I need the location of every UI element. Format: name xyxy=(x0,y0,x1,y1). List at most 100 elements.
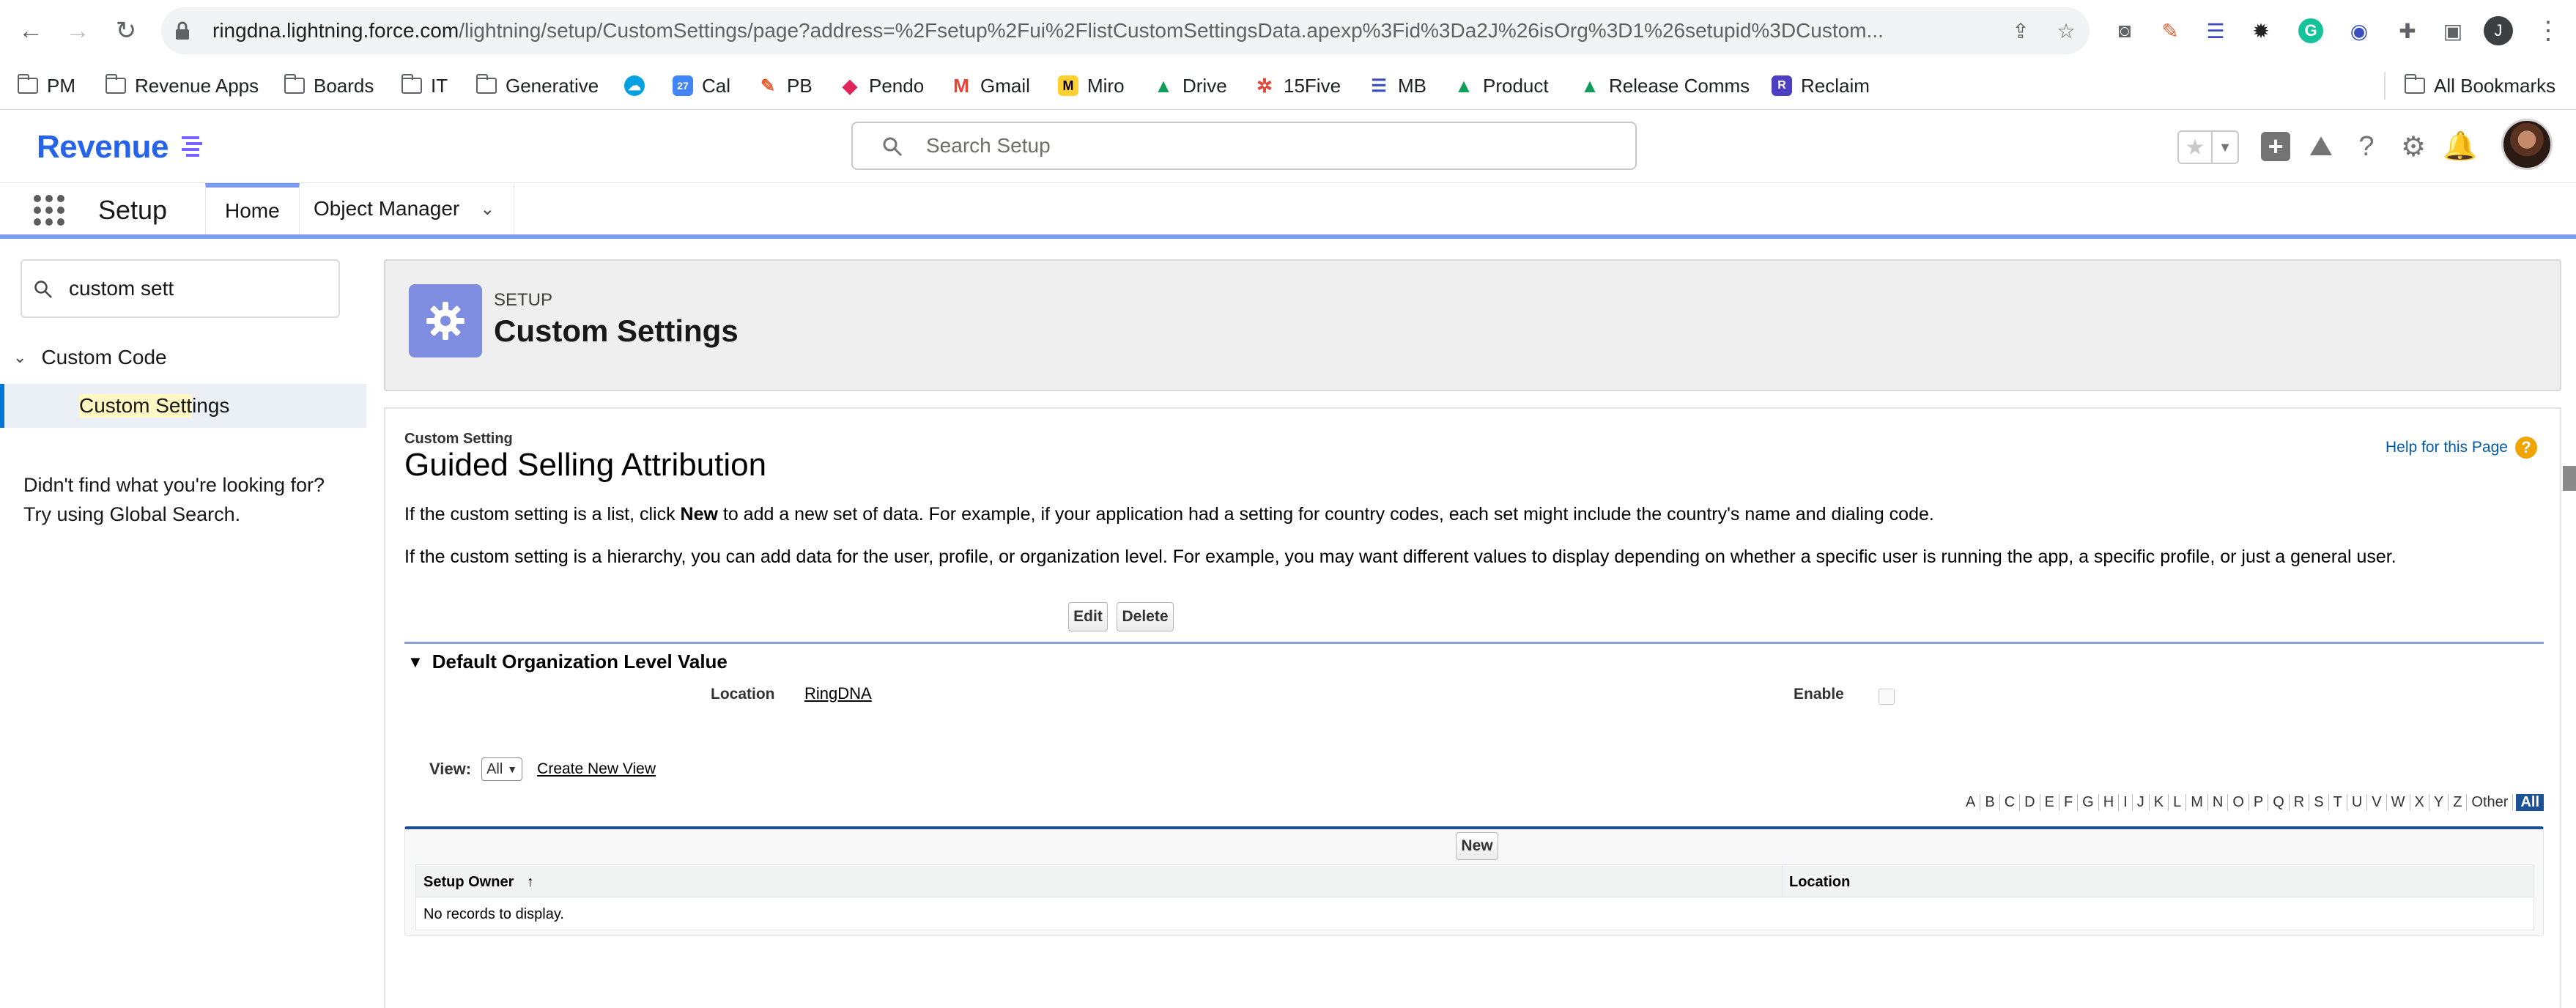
alpha-filter-t[interactable]: T xyxy=(2329,794,2347,811)
column-label: Location xyxy=(1789,874,1851,890)
extension-shield-icon[interactable]: ◉ xyxy=(2344,16,2374,45)
tab-home[interactable]: Home xyxy=(205,183,300,234)
folder-icon xyxy=(2404,74,2425,94)
bookmark-reclaim[interactable]: R Reclaim xyxy=(1772,62,1870,110)
browser-menu-icon[interactable]: ⋮ xyxy=(2534,16,2563,45)
forward-arrow-icon[interactable]: → xyxy=(60,13,95,48)
extension-sun-icon[interactable]: ✹ xyxy=(2246,16,2276,45)
alpha-filter-j[interactable]: J xyxy=(2133,794,2150,811)
alpha-filter-x[interactable]: X xyxy=(2410,794,2429,811)
bookmark-pm[interactable]: PM xyxy=(17,62,75,110)
new-button[interactable]: New xyxy=(1456,832,1498,860)
reload-icon[interactable]: ↻ xyxy=(108,13,144,48)
bookmark-release-comms[interactable]: ▲ Release Comms xyxy=(1580,62,1750,110)
address-bar[interactable]: ringdna.lightning.force.com/lightning/se… xyxy=(161,7,2090,54)
alpha-filter-h[interactable]: H xyxy=(2099,794,2120,811)
alphabet-filter: A B C D E F G H I J K L M N O P Q R S T U V W X Y Z Other All xyxy=(1774,794,2544,811)
tab-object-manager[interactable]: Object Manager ⌄ xyxy=(295,183,515,234)
alpha-filter-u[interactable]: U xyxy=(2347,794,2368,811)
chevron-down-icon[interactable]: ⌄ xyxy=(480,199,495,220)
logo-mark-icon xyxy=(182,136,202,157)
hierarchy-description: If the custom setting is a hierarchy, yo… xyxy=(404,546,2397,567)
bookmark-pb[interactable]: ✎ PB xyxy=(758,62,813,110)
help-for-page-link[interactable]: Help for this Page? xyxy=(2386,437,2537,459)
favorites-button[interactable]: ★ ▼ xyxy=(2177,130,2239,164)
extension-list-icon[interactable]: ☰ xyxy=(2201,16,2230,45)
trailhead-icon[interactable]: ⛰ xyxy=(2303,129,2339,164)
alpha-filter-g[interactable]: G xyxy=(2078,794,2099,811)
alpha-filter-v[interactable]: V xyxy=(2367,794,2387,811)
alpha-filter-r[interactable]: R xyxy=(2290,794,2310,811)
delete-button[interactable]: Delete xyxy=(1117,602,1174,631)
view-select[interactable]: All ▼ xyxy=(481,757,523,781)
alpha-filter-y[interactable]: Y xyxy=(2429,794,2449,811)
tree-node-custom-code[interactable]: ⌄ Custom Code xyxy=(13,346,167,369)
all-bookmarks[interactable]: All Bookmarks xyxy=(2404,62,2555,110)
column-header-location[interactable]: Location xyxy=(1789,874,1850,891)
alpha-filter-c[interactable]: C xyxy=(2000,794,2021,811)
alpha-filter-d[interactable]: D xyxy=(2020,794,2040,811)
bookmark-revenue-apps[interactable]: Revenue Apps xyxy=(105,62,259,110)
page-title: Custom Settings xyxy=(494,314,739,348)
location-value-link[interactable]: RingDNA xyxy=(804,684,872,703)
lock-icon[interactable] xyxy=(174,21,190,41)
bookmark-salesforce[interactable]: ☁ xyxy=(624,62,645,110)
edit-button[interactable]: Edit xyxy=(1068,602,1108,631)
column-header-setup-owner[interactable]: Setup Owner ↑ xyxy=(423,874,534,891)
bookmark-product[interactable]: ▲ Product xyxy=(1454,62,1549,110)
search-setup-input[interactable]: Search Setup xyxy=(851,122,1637,170)
alpha-filter-i[interactable]: I xyxy=(2119,794,2133,811)
bookmark-boards[interactable]: Boards xyxy=(284,62,374,110)
setup-gear-icon[interactable]: ⚙ xyxy=(2396,129,2431,164)
alpha-filter-s[interactable]: S xyxy=(2309,794,2329,811)
extension-pb-icon[interactable]: ✎ xyxy=(2155,16,2185,45)
global-actions-icon[interactable]: + xyxy=(2258,129,2293,164)
side-panel-icon[interactable]: ▣ xyxy=(2438,16,2468,45)
quick-find-input[interactable]: custom sett xyxy=(21,259,340,318)
empty-table-message: No records to display. xyxy=(423,906,564,922)
notifications-bell-icon[interactable]: 🔔 xyxy=(2443,129,2478,164)
alpha-filter-k[interactable]: K xyxy=(2150,794,2169,811)
alpha-filter-all[interactable]: All xyxy=(2516,794,2544,811)
grammarly-icon[interactable]: G xyxy=(2296,16,2325,45)
alpha-filter-f[interactable]: F xyxy=(2059,794,2079,811)
star-bookmark-icon[interactable]: ☆ xyxy=(2051,16,2081,45)
triangle-down-icon[interactable]: ▼ xyxy=(407,653,423,672)
bookmark-it[interactable]: IT xyxy=(401,62,448,110)
scrollbar-thumb[interactable] xyxy=(2563,466,2576,491)
bookmark-pendo[interactable]: ◆ Pendo xyxy=(840,62,924,110)
help-icon[interactable]: ? xyxy=(2349,129,2384,164)
bookmark-cal[interactable]: 27 Cal xyxy=(673,62,730,110)
alpha-filter-b[interactable]: B xyxy=(1980,794,2000,811)
create-new-view-link[interactable]: Create New View xyxy=(537,760,656,778)
alpha-filter-w[interactable]: W xyxy=(2387,794,2410,811)
alpha-filter-other[interactable]: Other xyxy=(2467,794,2514,811)
bookmark-15five[interactable]: ✲ 15Five xyxy=(1254,62,1341,110)
bookmark-generative[interactable]: Generative xyxy=(475,62,599,110)
app-launcher-icon[interactable] xyxy=(34,195,64,226)
bookmark-mb[interactable]: ☰ MB xyxy=(1369,62,1426,110)
alpha-filter-z[interactable]: Z xyxy=(2449,794,2468,811)
alpha-filter-e[interactable]: E xyxy=(2040,794,2059,811)
alpha-filter-n[interactable]: N xyxy=(2208,794,2229,811)
tree-item-custom-settings[interactable]: Custom Sett ings xyxy=(0,384,366,428)
profile-avatar-icon[interactable]: J xyxy=(2484,16,2513,45)
bookmark-drive[interactable]: ▲ Drive xyxy=(1153,62,1227,110)
revenue-logo[interactable]: Revenue xyxy=(37,129,169,166)
camera-icon[interactable]: ◙ xyxy=(2110,16,2139,45)
alpha-filter-o[interactable]: O xyxy=(2228,794,2249,811)
chevron-down-icon[interactable]: ⌄ xyxy=(13,348,26,367)
alpha-filter-q[interactable]: Q xyxy=(2268,794,2290,811)
bookmark-miro[interactable]: M Miro xyxy=(1058,62,1125,110)
caret-down-icon[interactable]: ▼ xyxy=(2213,132,2238,163)
alpha-filter-m[interactable]: M xyxy=(2186,794,2208,811)
puzzle-extensions-icon[interactable]: ✚ xyxy=(2393,16,2422,45)
alpha-filter-a[interactable]: A xyxy=(1961,794,1981,811)
user-avatar[interactable] xyxy=(2501,119,2553,170)
alpha-filter-p[interactable]: P xyxy=(2249,794,2269,811)
back-arrow-icon[interactable]: ← xyxy=(13,13,48,48)
share-icon[interactable]: ⇪ xyxy=(2006,16,2035,45)
alpha-filter-l[interactable]: L xyxy=(2169,794,2187,811)
section-default-org-value[interactable]: ▼ Default Organization Level Value xyxy=(407,651,728,673)
bookmark-gmail[interactable]: M Gmail xyxy=(951,62,1030,110)
